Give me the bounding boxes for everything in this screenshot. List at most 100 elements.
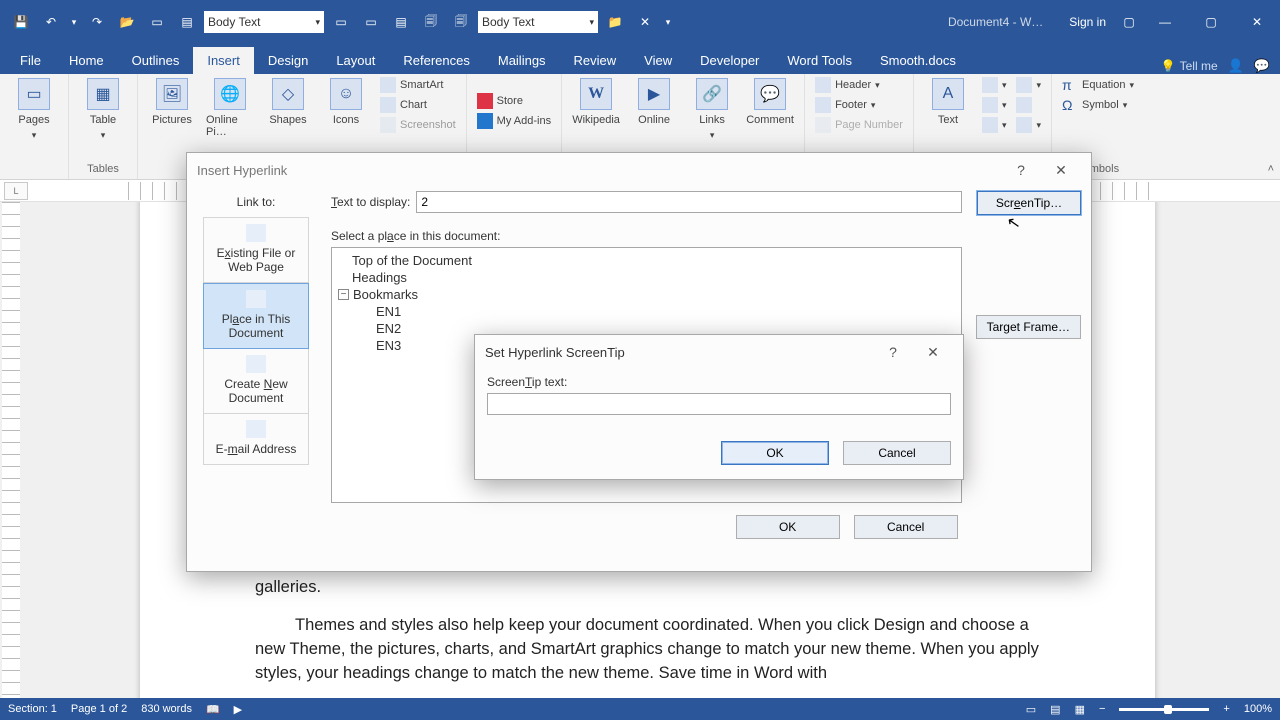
share-icon[interactable]: 👤 [1228, 58, 1244, 74]
maximize-button[interactable]: ▢ [1188, 7, 1234, 37]
header-button[interactable]: Header ▾ [813, 76, 905, 94]
spellcheck-icon[interactable]: 📖 [206, 703, 220, 716]
object-button[interactable]: ▾ [1014, 116, 1043, 134]
generic-icon[interactable]: 📁 [602, 9, 628, 35]
screentip-text-input[interactable] [487, 393, 951, 415]
help-button[interactable]: ? [873, 338, 913, 366]
style-combo-1[interactable]: Body Text ▾ [204, 11, 324, 33]
table-button[interactable]: ▦ Table ▾ [77, 76, 129, 143]
comments-icon[interactable]: 💬 [1254, 58, 1270, 74]
close-doc-icon[interactable]: ✕ [632, 9, 658, 35]
equation-button[interactable]: πEquation ▾ [1060, 76, 1136, 94]
pictures-button[interactable]: 🖼Pictures [146, 76, 198, 128]
close-button[interactable]: ✕ [913, 338, 953, 366]
zoom-in-button[interactable]: + [1223, 703, 1229, 715]
linkto-place-in-document[interactable]: Place in This Document [203, 283, 309, 349]
tab-mailings[interactable]: Mailings [484, 47, 560, 74]
generic-icon[interactable]: 🗐 [418, 9, 444, 35]
status-page[interactable]: Page 1 of 2 [71, 703, 127, 715]
view-read-mode[interactable]: ▭ [1026, 703, 1036, 716]
page-number-button[interactable]: Page Number [813, 116, 905, 134]
text-box-button[interactable]: AText [922, 76, 974, 128]
tab-design[interactable]: Design [254, 47, 322, 74]
generic-icon[interactable]: ▭ [358, 9, 384, 35]
ok-button[interactable]: OK [736, 515, 840, 539]
style-combo-2[interactable]: Body Text ▾ [478, 11, 598, 33]
tab-selector[interactable]: L [4, 182, 28, 200]
view-web-layout[interactable]: ▦ [1075, 703, 1085, 716]
dialog-titlebar[interactable]: Set Hyperlink ScreenTip ? ✕ [475, 335, 963, 369]
zoom-slider[interactable] [1119, 708, 1209, 711]
tab-file[interactable]: File [6, 47, 55, 74]
undo-icon[interactable]: ↶ [38, 9, 64, 35]
tab-review[interactable]: Review [560, 47, 631, 74]
tree-item-headings[interactable]: Headings [338, 269, 955, 286]
quick-parts-button[interactable]: ▾ [980, 76, 1009, 94]
linkto-create-new[interactable]: Create New Document [203, 349, 309, 414]
tab-view[interactable]: View [630, 47, 686, 74]
template-icon[interactable]: ▭ [144, 9, 170, 35]
close-button[interactable]: ✕ [1234, 7, 1280, 37]
zoom-out-button[interactable]: − [1099, 703, 1105, 715]
screentip-button[interactable]: ScreenTip… [977, 191, 1081, 215]
zoom-level[interactable]: 100% [1244, 703, 1272, 715]
status-section[interactable]: Section: 1 [8, 703, 57, 715]
tab-insert[interactable]: Insert [193, 47, 254, 74]
signature-button[interactable]: ▾ [1014, 76, 1043, 94]
ribbon-display-icon[interactable]: ▢ [1116, 9, 1142, 35]
vertical-ruler[interactable] [2, 202, 20, 698]
dialog-titlebar[interactable]: Insert Hyperlink ? ✕ [187, 153, 1091, 187]
links-button[interactable]: 🔗Links▾ [686, 76, 738, 143]
date-time-button[interactable] [1014, 96, 1043, 114]
qat-customize-icon[interactable]: ▾ [662, 9, 674, 35]
open-icon[interactable]: 📂 [114, 9, 140, 35]
shapes-button[interactable]: ◇Shapes [262, 76, 314, 128]
screenshot-button[interactable]: Screenshot [378, 116, 458, 134]
tab-layout[interactable]: Layout [322, 47, 389, 74]
target-frame-button[interactable]: Target Frame… [976, 315, 1081, 339]
pages-button[interactable]: ▭ Pages ▾ [8, 76, 60, 143]
undo-dropdown-icon[interactable]: ▾ [68, 9, 80, 35]
tree-collapse-icon[interactable]: − [338, 289, 349, 300]
ok-button[interactable]: OK [721, 441, 829, 465]
drop-cap-button[interactable]: ▾ [980, 116, 1009, 134]
sign-in-link[interactable]: Sign in [1059, 9, 1116, 35]
linkto-existing-file[interactable]: Existing File or Web Page [203, 217, 309, 283]
minimize-button[interactable]: — [1142, 7, 1188, 37]
generic-icon[interactable]: ▤ [174, 9, 200, 35]
generic-icon[interactable]: ▭ [328, 9, 354, 35]
smartart-button[interactable]: SmartArt [378, 76, 458, 94]
wikipedia-button[interactable]: WWikipedia [570, 76, 622, 128]
footer-button[interactable]: Footer ▾ [813, 96, 905, 114]
wordart-button[interactable]: ▾ [980, 96, 1009, 114]
tell-me-search[interactable]: 💡 Tell me [1161, 59, 1218, 73]
tab-references[interactable]: References [389, 47, 483, 74]
tab-home[interactable]: Home [55, 47, 118, 74]
online-video-button[interactable]: ▶Online [628, 76, 680, 128]
status-words[interactable]: 830 words [141, 703, 192, 715]
tree-item-en1[interactable]: EN1 [338, 303, 955, 320]
chart-button[interactable]: Chart [378, 96, 458, 114]
store-button[interactable]: Store [475, 92, 553, 110]
help-button[interactable]: ? [1001, 156, 1041, 184]
text-to-display-input[interactable] [416, 191, 961, 213]
cancel-button[interactable]: Cancel [854, 515, 958, 539]
redo-icon[interactable]: ↷ [84, 9, 110, 35]
tree-item-bookmarks[interactable]: −Bookmarks [338, 286, 955, 303]
tab-word-tools[interactable]: Word Tools [773, 47, 866, 74]
macro-icon[interactable]: ▶ [234, 703, 242, 716]
my-addins-button[interactable]: My Add-ins [475, 112, 553, 130]
generic-icon[interactable]: ▤ [388, 9, 414, 35]
icons-button[interactable]: ☺Icons [320, 76, 372, 128]
collapse-ribbon-icon[interactable]: ˄ [1268, 163, 1274, 175]
linkto-email[interactable]: E-mail Address [203, 414, 309, 465]
symbol-button[interactable]: ΩSymbol ▾ [1060, 96, 1136, 114]
close-button[interactable]: ✕ [1041, 156, 1081, 184]
cancel-button[interactable]: Cancel [843, 441, 951, 465]
view-print-layout[interactable]: ▤ [1050, 703, 1060, 716]
online-pictures-button[interactable]: 🌐Online Pi… [204, 76, 256, 140]
tab-smooth[interactable]: Smooth.docs [866, 47, 970, 74]
tree-item-top[interactable]: Top of the Document [338, 252, 955, 269]
tab-outlines[interactable]: Outlines [118, 47, 194, 74]
generic-icon[interactable]: 🗐 [448, 9, 474, 35]
